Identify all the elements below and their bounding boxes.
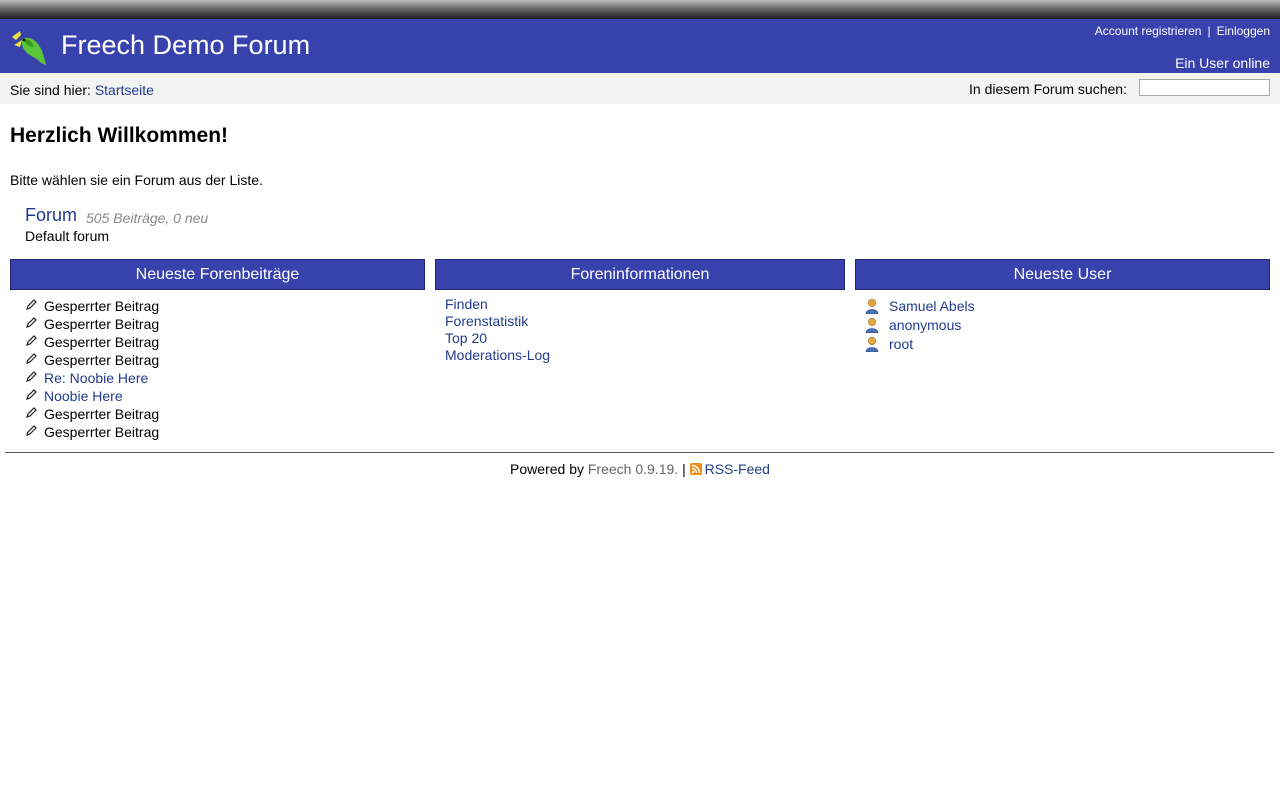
forum-link[interactable]: Forum bbox=[25, 205, 77, 226]
pencil-icon bbox=[26, 353, 37, 364]
info-link-search[interactable]: Finden bbox=[445, 296, 835, 313]
pencil-icon bbox=[26, 317, 37, 328]
account-links: Account registrieren | Einloggen bbox=[1095, 24, 1270, 38]
online-users-status[interactable]: Ein User online bbox=[1175, 55, 1270, 71]
pencil-icon bbox=[26, 425, 37, 436]
register-link[interactable]: Account registrieren bbox=[1095, 24, 1202, 38]
newest-users-heading: Neueste User bbox=[855, 259, 1270, 290]
post-item: Noobie Here bbox=[25, 387, 425, 405]
pencil-icon bbox=[26, 371, 37, 382]
forum-info-list: Finden Forenstatistik Top 20 Moderations… bbox=[445, 296, 835, 364]
post-item: Gesperrter Beitrag bbox=[25, 351, 425, 369]
breadcrumb: Sie sind hier: Startseite bbox=[10, 82, 154, 98]
breadcrumb-bar: Sie sind hier: Startseite In diesem Foru… bbox=[0, 73, 1280, 104]
footer-divider bbox=[5, 452, 1274, 453]
post-label: Gesperrter Beitrag bbox=[44, 316, 160, 332]
post-label: Gesperrter Beitrag bbox=[44, 334, 160, 350]
forum-post-count: 505 Beiträge, 0 neu bbox=[86, 210, 209, 226]
post-label: Gesperrter Beitrag bbox=[44, 424, 160, 440]
forum-description: Default forum bbox=[25, 228, 110, 244]
post-item: Gesperrter Beitrag bbox=[25, 297, 425, 315]
user-icon bbox=[865, 299, 879, 314]
user-icon bbox=[865, 337, 879, 352]
latest-posts-heading: Neueste Forenbeiträge bbox=[10, 259, 425, 290]
intro-text: Bitte wählen sie ein Forum aus der Liste… bbox=[10, 172, 263, 188]
post-item: Re: Noobie Here bbox=[25, 369, 425, 387]
separator: | bbox=[1207, 24, 1211, 38]
pencil-icon bbox=[26, 335, 37, 346]
user-link[interactable]: Samuel Abels bbox=[889, 298, 975, 314]
user-item: root bbox=[865, 335, 1265, 354]
site-title[interactable]: Freech Demo Forum bbox=[61, 30, 310, 61]
user-item: anonymous bbox=[865, 316, 1265, 335]
product-link[interactable]: Freech bbox=[588, 461, 632, 477]
post-link[interactable]: Re: Noobie Here bbox=[44, 370, 148, 386]
user-icon bbox=[865, 318, 879, 333]
info-link-top20[interactable]: Top 20 bbox=[445, 330, 835, 347]
version-text: 0.9.19. bbox=[635, 461, 679, 477]
newest-users-list: Samuel Abels anonymous root bbox=[865, 297, 1265, 354]
page-title: Herzlich Willkommen! bbox=[10, 124, 229, 147]
post-item: Gesperrter Beitrag bbox=[25, 405, 425, 423]
search-label: In diesem Forum suchen: bbox=[969, 81, 1127, 97]
breadcrumb-home-link[interactable]: Startseite bbox=[95, 82, 154, 98]
pencil-icon bbox=[26, 299, 37, 310]
site-header: Freech Demo Forum Account registrieren | E… bbox=[0, 19, 1280, 73]
user-link[interactable]: root bbox=[889, 336, 913, 352]
forum-info-heading: Foreninformationen bbox=[435, 259, 845, 290]
post-label: Gesperrter Beitrag bbox=[44, 352, 160, 368]
post-item: Gesperrter Beitrag bbox=[25, 333, 425, 351]
login-link[interactable]: Einloggen bbox=[1217, 24, 1270, 38]
post-item: Gesperrter Beitrag bbox=[25, 423, 425, 441]
separator: | bbox=[682, 461, 686, 477]
pencil-icon bbox=[26, 389, 37, 400]
breadcrumb-prefix: Sie sind hier: bbox=[10, 82, 91, 98]
bird-logo-icon[interactable] bbox=[8, 25, 48, 65]
search-input[interactable] bbox=[1139, 79, 1270, 96]
latest-posts-list: Gesperrter Beitrag Gesperrter Beitrag Ge… bbox=[25, 297, 425, 441]
post-item: Gesperrter Beitrag bbox=[25, 315, 425, 333]
info-link-moderation-log[interactable]: Moderations-Log bbox=[445, 347, 835, 364]
window-top-bar bbox=[0, 0, 1280, 19]
rss-icon[interactable] bbox=[689, 463, 702, 475]
post-link[interactable]: Noobie Here bbox=[44, 388, 123, 404]
post-label: Gesperrter Beitrag bbox=[44, 406, 160, 422]
info-link-statistics[interactable]: Forenstatistik bbox=[445, 313, 835, 330]
post-label: Gesperrter Beitrag bbox=[44, 298, 160, 314]
powered-by-text: Powered by bbox=[510, 461, 584, 477]
user-link[interactable]: anonymous bbox=[889, 317, 961, 333]
user-item: Samuel Abels bbox=[865, 297, 1265, 316]
rss-feed-link[interactable]: RSS-Feed bbox=[705, 461, 770, 477]
footer: Powered by Freech 0.9.19. | RSS-Feed bbox=[0, 461, 1280, 477]
pencil-icon bbox=[26, 407, 37, 418]
